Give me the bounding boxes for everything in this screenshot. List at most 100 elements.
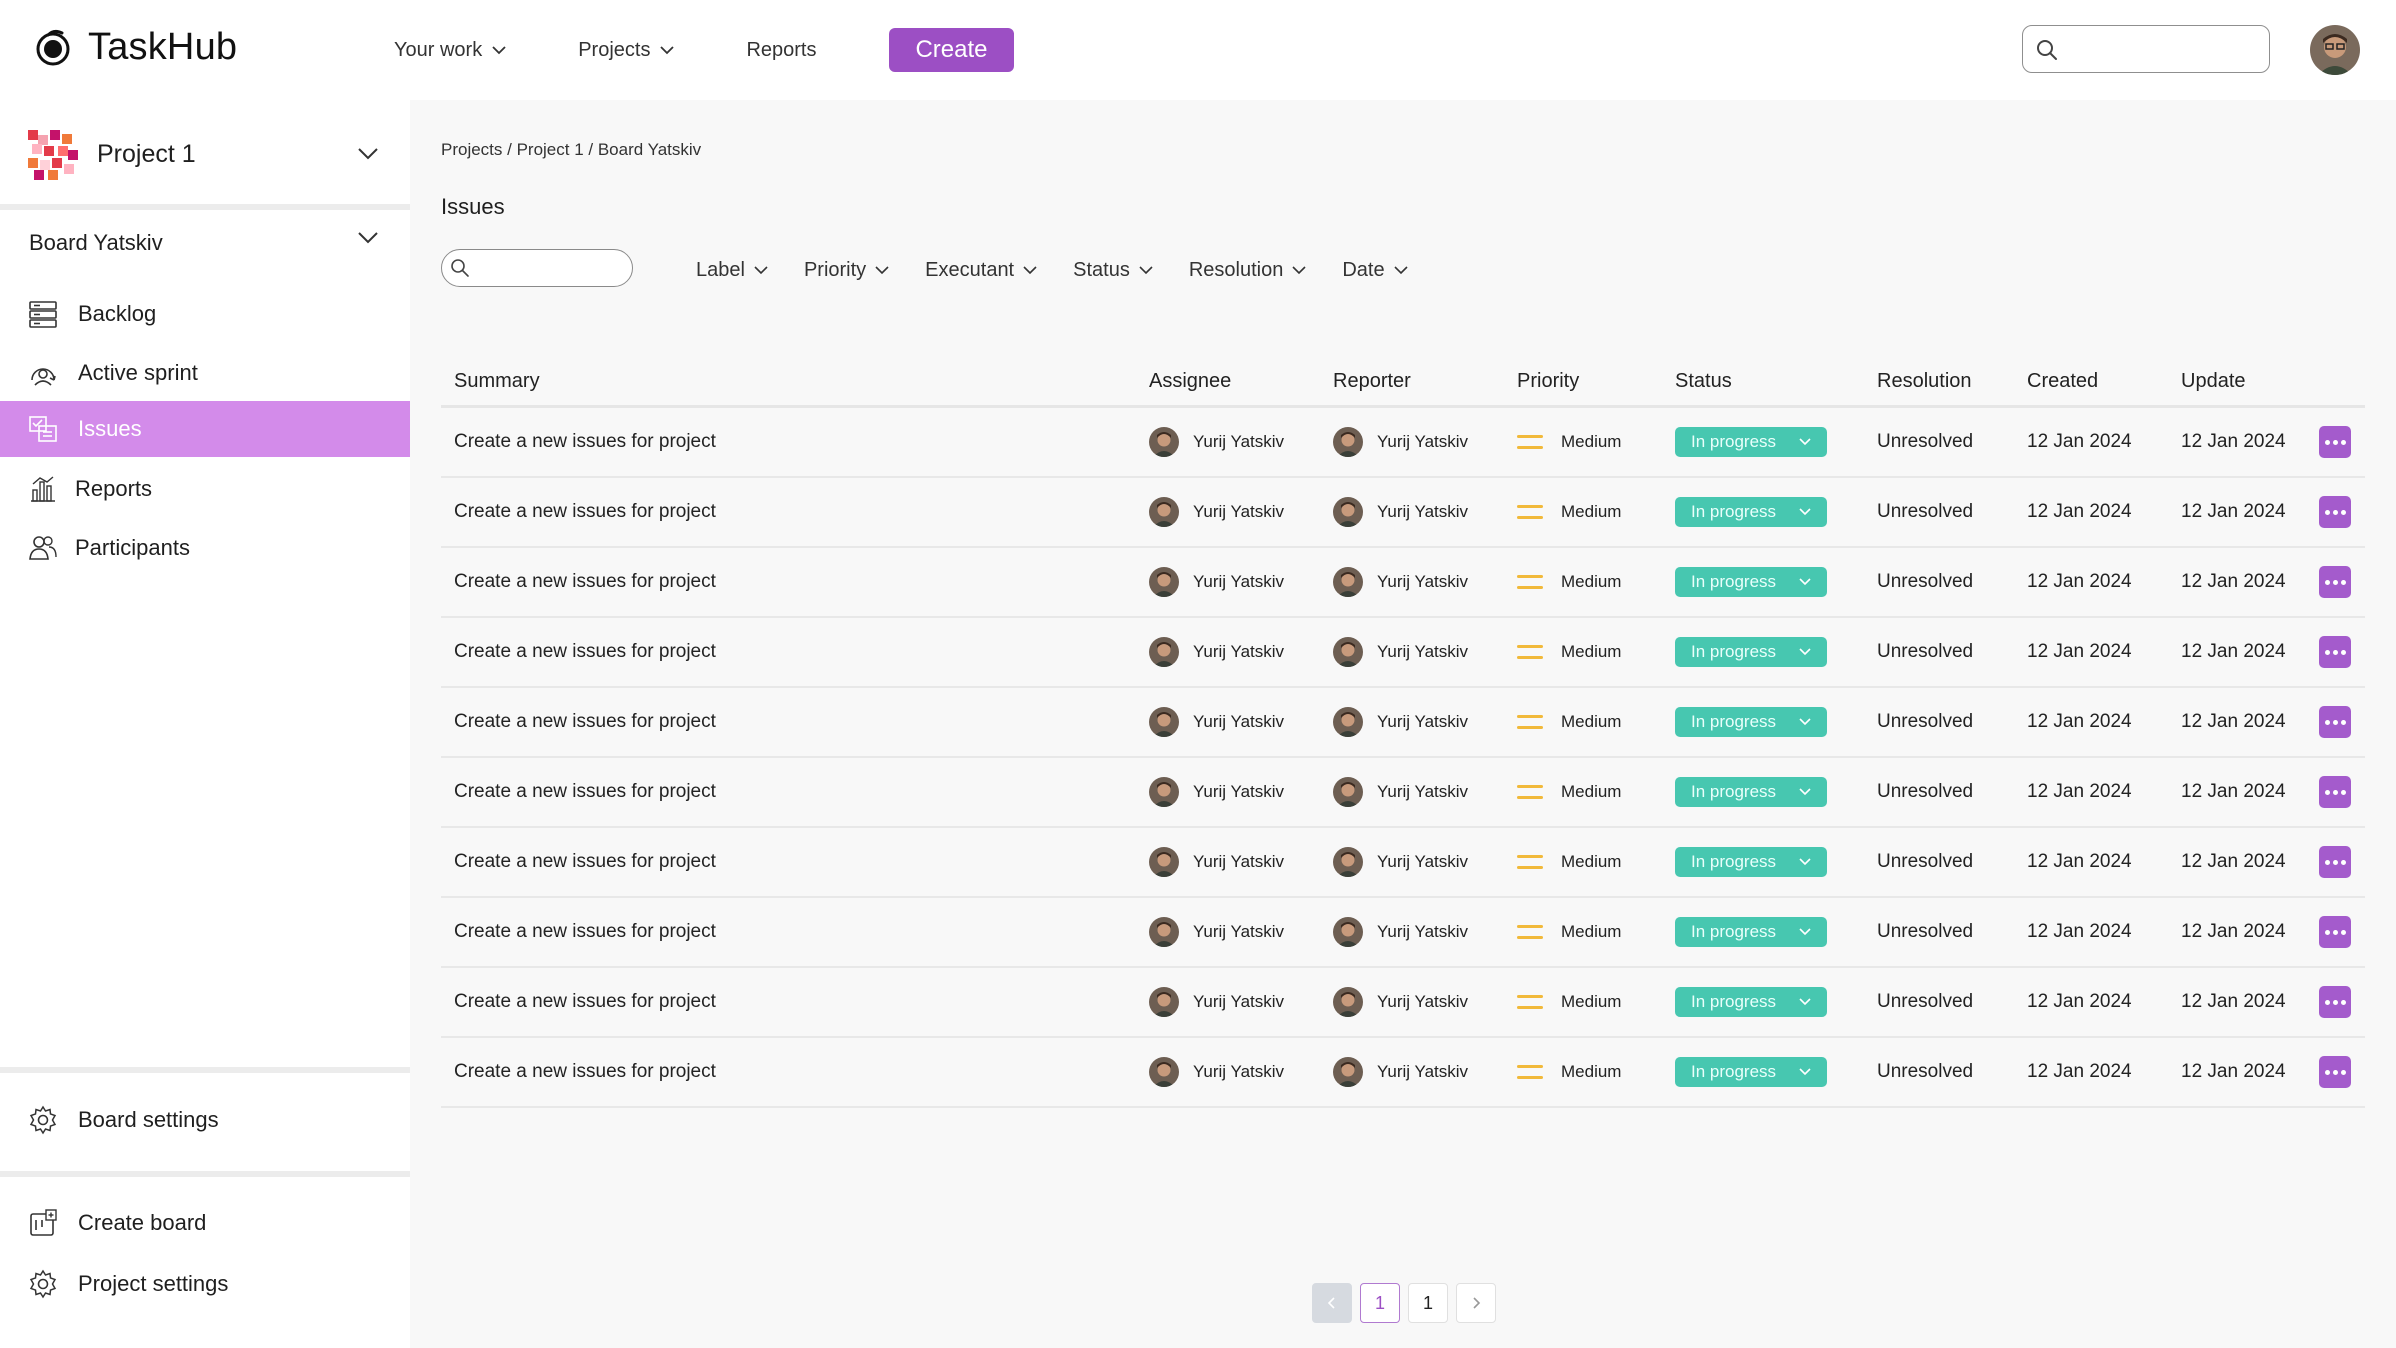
assignee-cell[interactable]: Yurij Yatskiv (1149, 898, 1284, 966)
sidebar-item-active-sprint[interactable]: Active sprint (0, 345, 410, 401)
nav-projects[interactable]: Projects (578, 30, 676, 70)
breadcrumb[interactable]: Projects / Project 1 / Board Yatskiv (441, 140, 701, 160)
assignee-cell[interactable]: Yurij Yatskiv (1149, 478, 1284, 546)
global-search-input[interactable] (2022, 25, 2270, 73)
more-actions-button[interactable] (2319, 986, 2351, 1018)
nav-reports[interactable]: Reports (746, 30, 816, 70)
summary-cell[interactable]: Create a new issues for project (454, 478, 716, 546)
filter-executant[interactable]: Executant (925, 255, 1039, 285)
chevron-down-icon[interactable] (355, 224, 381, 250)
reporter-cell[interactable]: Yurij Yatskiv (1333, 828, 1468, 896)
create-button[interactable]: Create (889, 28, 1014, 72)
summary-cell[interactable]: Create a new issues for project (454, 1038, 716, 1106)
reporter-cell[interactable]: Yurij Yatskiv (1333, 898, 1468, 966)
table-row[interactable]: Create a new issues for project Yurij Yat… (441, 828, 2365, 898)
page-number-total[interactable]: 1 (1408, 1283, 1448, 1323)
status-dropdown[interactable]: In progress (1675, 847, 1827, 877)
column-header-resolution[interactable]: Resolution (1877, 370, 1972, 393)
prev-page-button[interactable] (1312, 1283, 1352, 1323)
more-actions-button[interactable] (2319, 846, 2351, 878)
table-row[interactable]: Create a new issues for project Yurij Yat… (441, 618, 2365, 688)
filter-status[interactable]: Status (1073, 255, 1155, 285)
more-actions-button[interactable] (2319, 566, 2351, 598)
column-header-priority[interactable]: Priority (1517, 370, 1579, 393)
more-actions-button[interactable] (2319, 916, 2351, 948)
sidebar-item-project-settings[interactable]: Project settings (0, 1256, 410, 1312)
user-avatar[interactable] (2310, 25, 2360, 75)
summary-cell[interactable]: Create a new issues for project (454, 898, 716, 966)
status-dropdown[interactable]: In progress (1675, 987, 1827, 1017)
assignee-cell[interactable]: Yurij Yatskiv (1149, 408, 1284, 476)
summary-cell[interactable]: Create a new issues for project (454, 968, 716, 1036)
more-actions-button[interactable] (2319, 496, 2351, 528)
sidebar-item-board-settings[interactable]: Board settings (0, 1092, 410, 1148)
column-header-assignee[interactable]: Assignee (1149, 370, 1231, 393)
filter-label[interactable]: Label (696, 255, 770, 285)
column-header-status[interactable]: Status (1675, 370, 1732, 393)
reporter-cell[interactable]: Yurij Yatskiv (1333, 408, 1468, 476)
summary-cell[interactable]: Create a new issues for project (454, 828, 716, 896)
table-row[interactable]: Create a new issues for project Yurij Yat… (441, 758, 2365, 828)
column-header-reporter[interactable]: Reporter (1333, 370, 1411, 393)
sidebar-item-create-board[interactable]: Create board (0, 1195, 410, 1251)
sidebar-item-reports[interactable]: Reports (0, 461, 410, 517)
status-dropdown[interactable]: In progress (1675, 917, 1827, 947)
nav-your-work[interactable]: Your work (394, 30, 508, 70)
app-logo[interactable]: TaskHub (32, 26, 237, 69)
more-actions-button[interactable] (2319, 1056, 2351, 1088)
more-actions-button[interactable] (2319, 776, 2351, 808)
column-header-update[interactable]: Update (2181, 370, 2246, 393)
avatar (1333, 1057, 1363, 1087)
assignee-cell[interactable]: Yurij Yatskiv (1149, 968, 1284, 1036)
more-actions-button[interactable] (2319, 706, 2351, 738)
table-row[interactable]: Create a new issues for project Yurij Yat… (441, 688, 2365, 758)
reporter-cell[interactable]: Yurij Yatskiv (1333, 478, 1468, 546)
summary-cell[interactable]: Create a new issues for project (454, 758, 716, 826)
table-row[interactable]: Create a new issues for project Yurij Yat… (441, 478, 2365, 548)
filter-date[interactable]: Date (1342, 255, 1409, 285)
more-actions-button[interactable] (2319, 636, 2351, 668)
column-header-created[interactable]: Created (2027, 370, 2098, 393)
status-dropdown[interactable]: In progress (1675, 567, 1827, 597)
summary-cell[interactable]: Create a new issues for project (454, 548, 716, 616)
sidebar-item-participants[interactable]: Participants (0, 520, 410, 576)
status-dropdown[interactable]: In progress (1675, 1057, 1827, 1087)
project-selector[interactable]: Project 1 (0, 100, 410, 206)
sidebar-item-backlog[interactable]: Backlog (0, 286, 410, 342)
chevron-down-icon[interactable] (355, 140, 381, 166)
status-dropdown[interactable]: In progress (1675, 497, 1827, 527)
assignee-cell[interactable]: Yurij Yatskiv (1149, 618, 1284, 686)
summary-cell[interactable]: Create a new issues for project (454, 408, 716, 476)
assignee-cell[interactable]: Yurij Yatskiv (1149, 758, 1284, 826)
filter-resolution[interactable]: Resolution (1189, 255, 1309, 285)
page-number-current[interactable]: 1 (1360, 1283, 1400, 1323)
assignee-cell[interactable]: Yurij Yatskiv (1149, 548, 1284, 616)
reporter-cell[interactable]: Yurij Yatskiv (1333, 968, 1468, 1036)
summary-cell[interactable]: Create a new issues for project (454, 618, 716, 686)
reporter-cell[interactable]: Yurij Yatskiv (1333, 1038, 1468, 1106)
chevron-down-icon (492, 46, 506, 55)
status-dropdown[interactable]: In progress (1675, 777, 1827, 807)
status-dropdown[interactable]: In progress (1675, 427, 1827, 457)
column-header-summary[interactable]: Summary (454, 370, 540, 393)
status-dropdown[interactable]: In progress (1675, 637, 1827, 667)
reporter-cell[interactable]: Yurij Yatskiv (1333, 758, 1468, 826)
reporter-cell[interactable]: Yurij Yatskiv (1333, 618, 1468, 686)
assignee-cell[interactable]: Yurij Yatskiv (1149, 688, 1284, 756)
sidebar-item-issues[interactable]: Issues (0, 401, 410, 457)
next-page-button[interactable] (1456, 1283, 1496, 1323)
reporter-cell[interactable]: Yurij Yatskiv (1333, 688, 1468, 756)
table-row[interactable]: Create a new issues for project Yurij Yat… (441, 898, 2365, 968)
more-actions-button[interactable] (2319, 426, 2351, 458)
table-row[interactable]: Create a new issues for project Yurij Yat… (441, 548, 2365, 618)
filter-priority[interactable]: Priority (804, 255, 891, 285)
reporter-cell[interactable]: Yurij Yatskiv (1333, 548, 1468, 616)
issues-search-input[interactable] (441, 249, 633, 287)
assignee-cell[interactable]: Yurij Yatskiv (1149, 1038, 1284, 1106)
assignee-cell[interactable]: Yurij Yatskiv (1149, 828, 1284, 896)
table-row[interactable]: Create a new issues for project Yurij Yat… (441, 1038, 2365, 1108)
status-dropdown[interactable]: In progress (1675, 707, 1827, 737)
table-row[interactable]: Create a new issues for project Yurij Yat… (441, 968, 2365, 1038)
summary-cell[interactable]: Create a new issues for project (454, 688, 716, 756)
table-row[interactable]: Create a new issues for project Yurij Yat… (441, 408, 2365, 478)
